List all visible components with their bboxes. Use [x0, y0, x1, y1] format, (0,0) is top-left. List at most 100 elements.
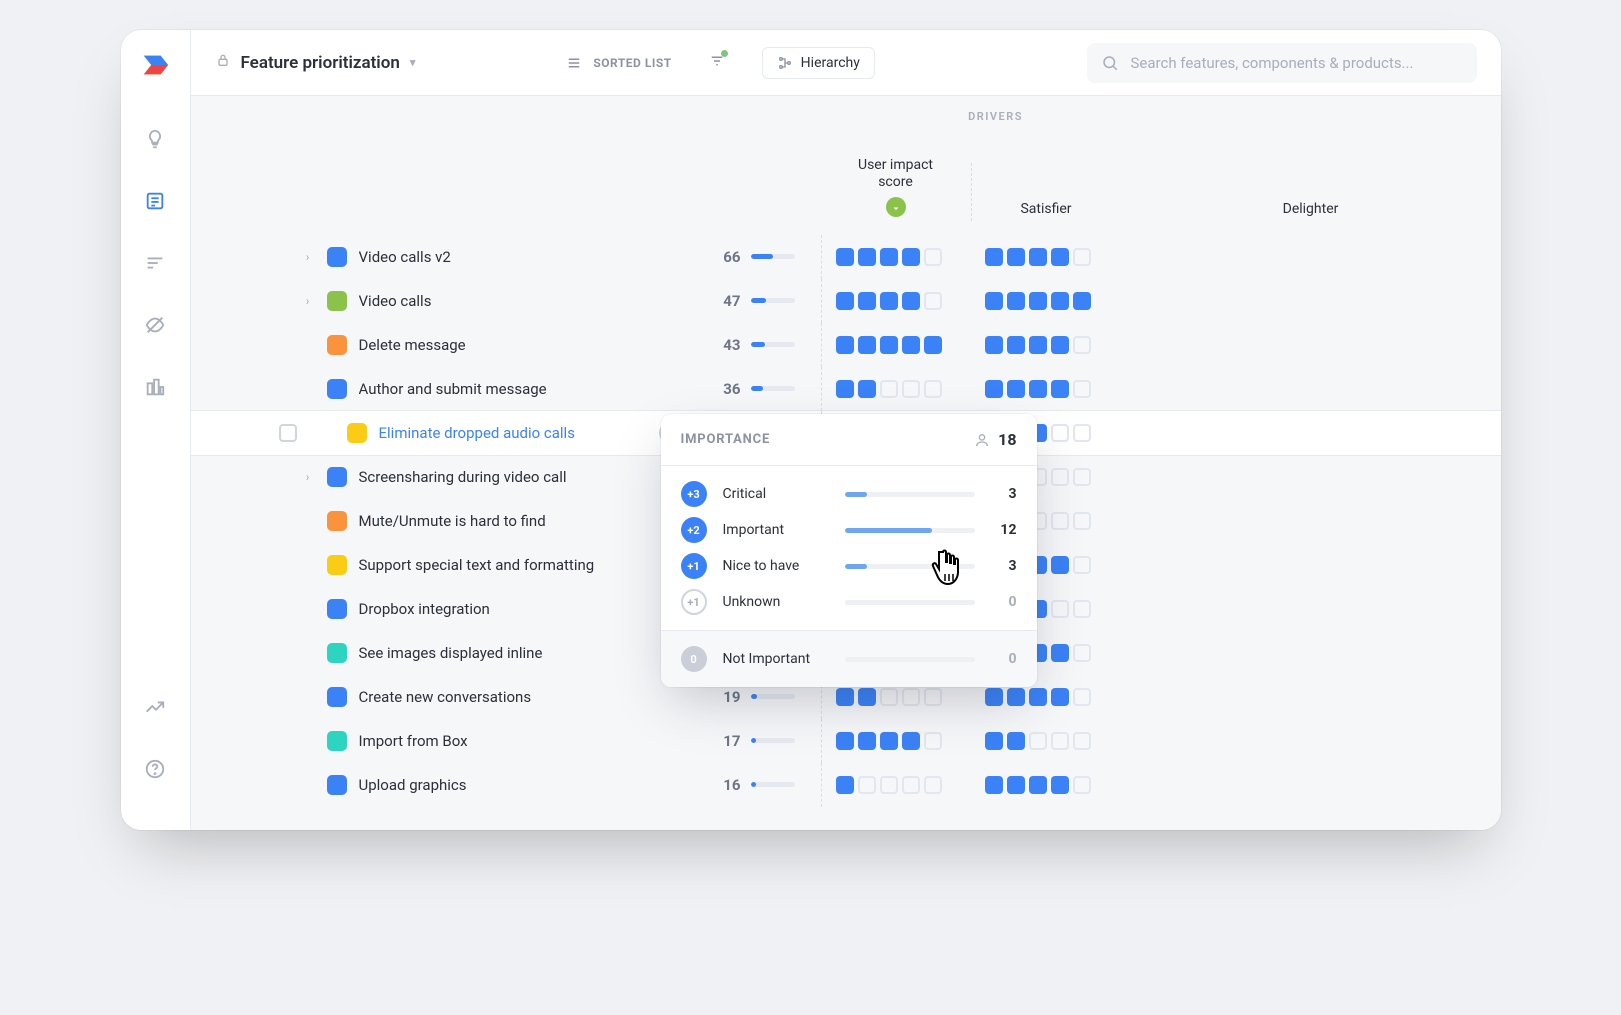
satisfier-cell[interactable]	[821, 763, 971, 807]
score-bar	[751, 298, 795, 303]
table-row[interactable]: ›Import from Box17	[191, 719, 1501, 763]
breadcrumb-caret-icon: ▾	[410, 56, 416, 69]
score-pill: +1	[681, 553, 707, 579]
score-cell: 43	[691, 336, 821, 354]
feature-name-cell: ›Video calls v2	[191, 247, 691, 267]
sorted-list-label: SORTED LIST	[593, 56, 671, 70]
nav-help-icon[interactable]	[144, 758, 166, 780]
color-chip	[327, 247, 347, 267]
score-cell: 66	[691, 248, 821, 266]
feature-title: Author and submit message	[359, 380, 681, 398]
table-row[interactable]: ›Delete message43	[191, 323, 1501, 367]
nav-list-icon[interactable]	[144, 190, 166, 212]
satisfier-cell[interactable]	[821, 235, 971, 279]
rating-boxes	[985, 776, 1091, 794]
importance-label: Nice to have	[723, 558, 833, 574]
row-checkbox[interactable]	[279, 424, 297, 442]
importance-option[interactable]: +3Critical3	[661, 476, 1037, 512]
feature-title: Import from Box	[359, 732, 681, 750]
color-chip	[327, 467, 347, 487]
rating-boxes	[985, 292, 1091, 310]
sorted-list-toggle[interactable]: SORTED LIST	[565, 54, 671, 72]
column-delighter[interactable]: Delighter	[1121, 163, 1501, 221]
column-satisfier[interactable]: Satisfier	[971, 163, 1121, 221]
table-header: DRIVERS User impact score Satisfier Deli…	[191, 96, 1501, 235]
importance-bar	[845, 528, 975, 533]
score-cell: 47	[691, 292, 821, 310]
satisfier-cell[interactable]	[821, 279, 971, 323]
score-pill: 0	[681, 646, 707, 672]
score-bar	[751, 738, 795, 743]
color-chip	[327, 775, 347, 795]
rating-boxes	[985, 380, 1091, 398]
score-bar	[751, 342, 795, 347]
feature-name-cell: ›Delete message	[191, 335, 691, 355]
person-icon	[974, 432, 990, 448]
delighter-cell[interactable]	[971, 235, 1121, 279]
feature-name-cell: ›Author and submit message	[191, 379, 691, 399]
importance-count: 12	[987, 522, 1017, 538]
satisfier-cell[interactable]	[821, 367, 971, 411]
delighter-cell[interactable]	[971, 763, 1121, 807]
feature-title: Video calls	[359, 292, 681, 310]
color-chip	[327, 599, 347, 619]
importance-option[interactable]: +1Nice to have3	[661, 548, 1037, 584]
feature-name-cell: ›Dropbox integration	[191, 599, 691, 619]
filter-button[interactable]	[708, 52, 726, 74]
delighter-cell[interactable]	[971, 323, 1121, 367]
delighter-cell[interactable]	[971, 719, 1121, 763]
feature-name-cell: ›See images displayed inline	[191, 643, 691, 663]
search-box[interactable]	[1087, 43, 1477, 83]
app-logo[interactable]	[140, 50, 170, 80]
score-cell: 16	[691, 776, 821, 794]
score-cell: 36	[691, 380, 821, 398]
left-nav-rail	[121, 30, 191, 830]
hierarchy-label: Hierarchy	[801, 55, 860, 71]
color-chip	[327, 335, 347, 355]
rating-boxes	[836, 336, 942, 354]
page-title: Feature prioritization	[241, 53, 400, 73]
topbar: Feature prioritization ▾ SORTED LIST Hie…	[191, 30, 1501, 96]
nav-hidden-icon[interactable]	[144, 314, 166, 336]
feature-table: DRIVERS User impact score Satisfier Deli…	[191, 96, 1501, 830]
feature-title: Create new conversations	[359, 688, 681, 706]
table-row[interactable]: ›Author and submit message 36	[191, 367, 1501, 411]
search-input[interactable]	[1129, 53, 1463, 73]
color-chip	[327, 379, 347, 399]
feature-title: Eliminate dropped audio calls	[379, 424, 647, 442]
nav-priority-icon[interactable]	[144, 252, 166, 274]
importance-option[interactable]: 0Not Important0	[661, 641, 1037, 677]
feature-name-cell: ›Eliminate dropped audio calls+	[191, 422, 691, 444]
delighter-cell[interactable]	[971, 279, 1121, 323]
lock-icon	[215, 52, 231, 73]
satisfier-cell[interactable]	[821, 323, 971, 367]
table-row[interactable]: ›Upload graphics16	[191, 763, 1501, 807]
color-chip	[327, 291, 347, 311]
expand-chevron-icon[interactable]: ›	[301, 250, 315, 264]
nav-analytics-icon[interactable]	[144, 696, 166, 718]
expand-chevron-icon[interactable]: ›	[301, 294, 315, 308]
importance-option[interactable]: +2Important12	[661, 512, 1037, 548]
rating-boxes	[985, 732, 1091, 750]
rating-boxes	[985, 688, 1091, 706]
importance-label: Critical	[723, 486, 833, 502]
score-value: 36	[717, 380, 741, 398]
expand-chevron-icon[interactable]: ›	[301, 470, 315, 484]
nav-org-icon[interactable]	[144, 376, 166, 398]
table-row[interactable]: ›Video calls v266	[191, 235, 1501, 279]
feature-title: Support special text and formatting	[359, 556, 681, 574]
satisfier-cell[interactable]	[821, 719, 971, 763]
score-pill: +3	[681, 481, 707, 507]
hierarchy-icon	[777, 55, 793, 71]
feature-name-cell: ›Upload graphics	[191, 775, 691, 795]
delighter-cell[interactable]	[971, 367, 1121, 411]
hierarchy-button[interactable]: Hierarchy	[762, 47, 875, 79]
column-user-impact[interactable]: User impact score	[821, 141, 971, 221]
search-icon	[1101, 54, 1119, 72]
score-value: 17	[717, 732, 741, 750]
score-cell: 17	[691, 732, 821, 750]
importance-option[interactable]: +1Unknown0	[661, 584, 1037, 620]
table-row[interactable]: › Video calls 47	[191, 279, 1501, 323]
breadcrumb[interactable]: Feature prioritization ▾	[215, 52, 416, 73]
nav-ideas-icon[interactable]	[144, 128, 166, 150]
